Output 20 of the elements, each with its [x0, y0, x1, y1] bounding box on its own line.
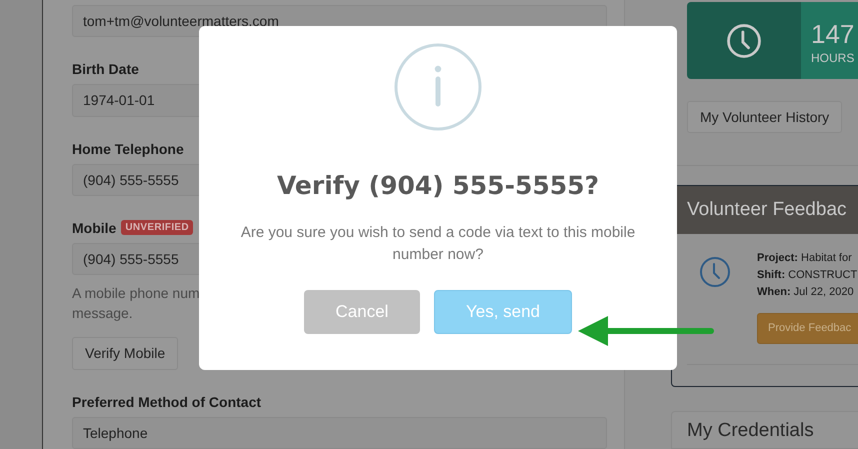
shift-detail: When: Jul 22, 2020: [757, 284, 855, 300]
field-label: Preferred Method of Contact: [72, 394, 262, 410]
card-title: My Credentials: [687, 420, 814, 441]
field-label: Birth Date: [72, 61, 139, 78]
help-text: A mobile phone num message.: [72, 284, 200, 324]
field-label: Home Telephone: [72, 140, 184, 157]
text-field[interactable]: Telephone: [72, 416, 607, 449]
shift-detail: Project: Habitat for: [757, 250, 853, 266]
verify-button[interactable]: Verify Mobile: [72, 337, 178, 370]
dialog-message: Are you sure you wish to send a code via text to this mobile number now?: [240, 223, 636, 265]
info-icon: [394, 43, 482, 131]
hours-value: 147: [811, 20, 854, 48]
status-badge: UNVERIFIED: [121, 220, 193, 236]
shift-detail: Shift: CONSTRUCT: [757, 268, 858, 283]
field-label: Mobile: [72, 220, 116, 236]
clock-icon: [726, 22, 762, 59]
history-button[interactable]: My Volunteer History: [687, 101, 842, 133]
dialog-title: Verify (904) 555-5555?: [276, 171, 600, 200]
hours-label: HOURS: [811, 51, 856, 65]
clock-icon: [699, 256, 731, 288]
